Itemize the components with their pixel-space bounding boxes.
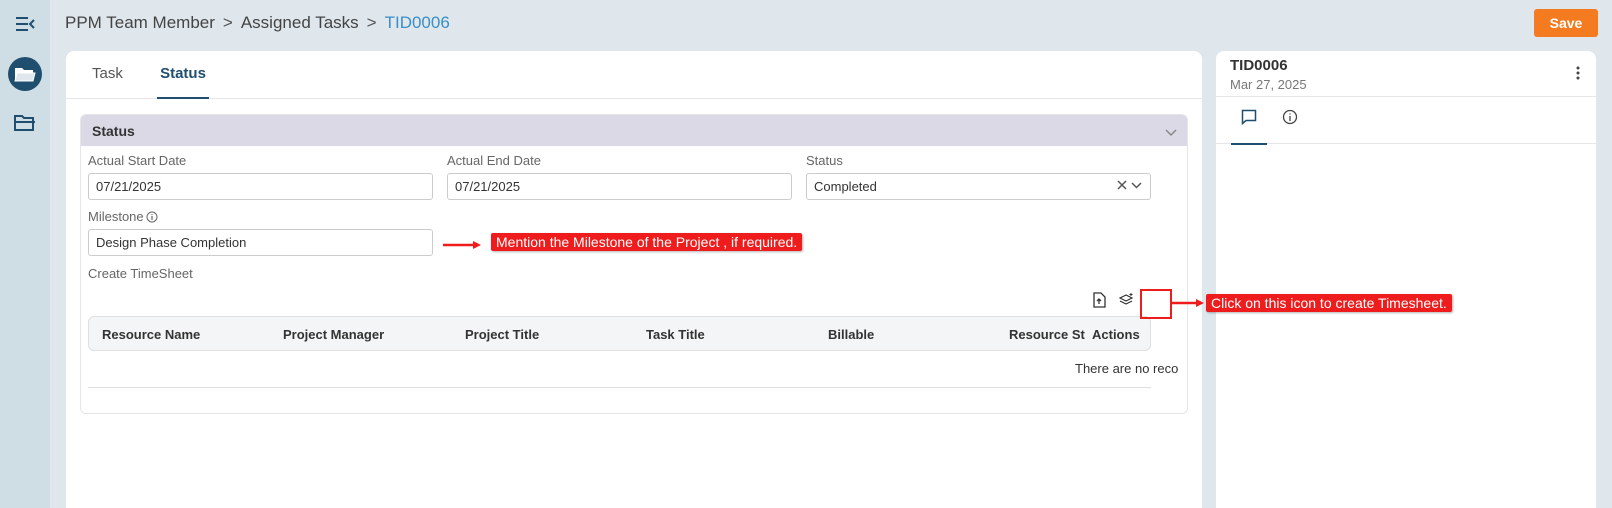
status-section: Status Actual Start Date 07/21/2025 Actu… xyxy=(80,114,1188,414)
milestone-label-text: Milestone xyxy=(88,209,144,224)
milestone-annotation: Mention the Milestone of the Project , i… xyxy=(491,233,803,251)
column-resource-name[interactable]: Resource Name xyxy=(102,327,200,342)
actual-start-date-label: Actual Start Date xyxy=(88,153,187,168)
milestone-label: Milestone xyxy=(88,209,158,224)
side-panel-title: TID0006 xyxy=(1230,57,1288,74)
side-panel-tabs xyxy=(1216,96,1596,145)
breadcrumb-current: TID0006 xyxy=(384,13,450,32)
status-label: Status xyxy=(806,153,843,168)
arrow-right-icon xyxy=(1172,299,1204,307)
chevron-down-icon[interactable] xyxy=(1131,180,1142,190)
column-actions: Actions xyxy=(1092,327,1140,342)
column-billable[interactable]: Billable xyxy=(828,327,874,342)
arrow-right-icon xyxy=(443,241,481,249)
tab-bar: Task Status xyxy=(66,51,1202,99)
breadcrumb-item-assigned-tasks[interactable]: Assigned Tasks xyxy=(241,13,359,33)
section-header[interactable]: Status xyxy=(81,115,1187,146)
folder-open-icon[interactable] xyxy=(8,57,42,91)
status-value: Completed xyxy=(814,179,877,194)
top-bar: PPM Team Member > Assigned Tasks > TID00… xyxy=(50,0,1612,46)
column-project-title[interactable]: Project Title xyxy=(465,327,539,342)
export-icon[interactable] xyxy=(1092,292,1106,313)
highlight-box xyxy=(1140,289,1172,319)
column-project-manager[interactable]: Project Manager xyxy=(283,327,384,342)
folder-icon[interactable] xyxy=(8,106,42,140)
menu-collapse-icon[interactable] xyxy=(8,7,42,41)
more-options-icon[interactable] xyxy=(1576,66,1580,85)
actual-end-date-label: Actual End Date xyxy=(447,153,541,168)
main-card: Task Status Status Actual Start Date 07/… xyxy=(66,51,1202,508)
milestone-input[interactable]: Design Phase Completion xyxy=(88,229,433,256)
side-panel: TID0006 Mar 27, 2025 xyxy=(1216,51,1596,508)
breadcrumb-separator: > xyxy=(366,13,377,32)
status-select[interactable]: Completed xyxy=(806,173,1151,200)
section-title: Status xyxy=(92,122,135,139)
empty-grid-message: There are no records to display xyxy=(1075,361,1179,376)
tab-status[interactable]: Status xyxy=(157,65,209,99)
comments-icon[interactable] xyxy=(1231,109,1267,145)
info-icon[interactable] xyxy=(1272,109,1308,145)
create-timesheet-icon[interactable] xyxy=(1118,292,1134,313)
tab-task[interactable]: Task xyxy=(92,65,123,99)
actual-start-date-input[interactable]: 07/21/2025 xyxy=(88,173,433,200)
grid-divider xyxy=(88,387,1151,388)
column-task-title[interactable]: Task Title xyxy=(646,327,705,342)
timesheet-annotation: Click on this icon to create Timesheet. xyxy=(1206,294,1452,312)
side-panel-date: Mar 27, 2025 xyxy=(1230,77,1307,92)
actual-end-date-input[interactable]: 07/21/2025 xyxy=(447,173,792,200)
breadcrumb-item-ppm-team-member[interactable]: PPM Team Member xyxy=(65,13,215,33)
breadcrumb: PPM Team Member > Assigned Tasks > TID00… xyxy=(65,13,450,33)
timesheet-grid-header: Resource Name Project Manager Project Ti… xyxy=(88,316,1151,351)
save-button[interactable]: Save xyxy=(1534,9,1598,37)
info-icon[interactable] xyxy=(146,211,158,223)
column-resource-status[interactable]: Resource St xyxy=(1009,327,1085,342)
create-timesheet-label: Create TimeSheet xyxy=(88,266,193,281)
chevron-down-icon[interactable] xyxy=(1165,124,1177,140)
clear-icon[interactable] xyxy=(1117,180,1127,190)
sidebar xyxy=(0,0,50,508)
breadcrumb-separator: > xyxy=(222,13,233,32)
